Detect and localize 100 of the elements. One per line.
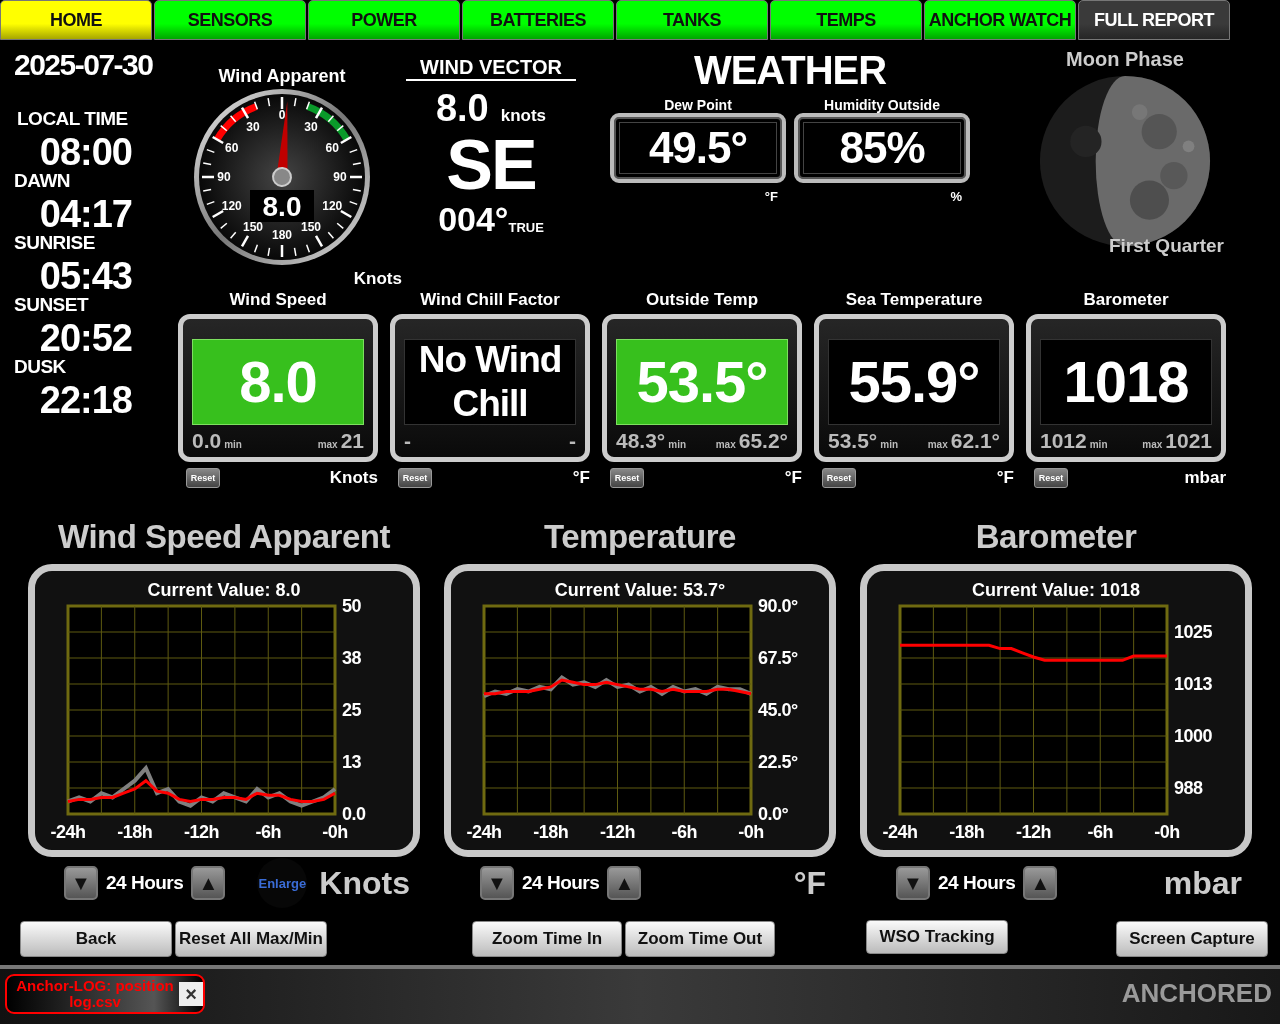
y-tick-label: 90.0° xyxy=(758,596,798,616)
card-title: Wind Chill Factor xyxy=(419,290,561,311)
nav-tab[interactable]: POWER xyxy=(308,0,460,40)
moon-title: Moon Phase xyxy=(1066,48,1184,71)
reset-button[interactable]: Reset xyxy=(398,468,432,488)
reset-button[interactable]: Reset xyxy=(822,468,856,488)
min-label: min xyxy=(880,439,899,450)
min-label: min xyxy=(668,439,687,450)
reset-button[interactable]: Reset xyxy=(186,468,220,488)
action-button[interactable]: Zoom Time In xyxy=(472,921,622,957)
reset-button[interactable]: Reset xyxy=(610,468,644,488)
unit-label: °F xyxy=(793,864,826,902)
unit-label: Knots xyxy=(319,864,410,902)
x-tick-label: -12h xyxy=(600,822,635,842)
y-tick-label: 25 xyxy=(342,700,362,720)
dial-label: 30 xyxy=(304,119,318,134)
stat-value: No Wind Chill xyxy=(404,339,576,425)
card-title: Barometer xyxy=(1082,290,1170,311)
time-value: 22:18 xyxy=(38,378,133,422)
nav-tab[interactable]: TANKS xyxy=(616,0,768,40)
card-title: Sea Temperature xyxy=(844,290,984,311)
chart-caption: Current Value: 1018 xyxy=(971,580,1141,600)
wind-bearing: 004° xyxy=(438,200,509,239)
nav-tab[interactable]: BATTERIES xyxy=(462,0,614,40)
date-text: 2025-07-30 xyxy=(14,48,154,82)
unit-label: °F xyxy=(996,468,1014,488)
nav-tab[interactable]: TEMPS xyxy=(770,0,922,40)
enlarge-button[interactable]: Enlarge xyxy=(257,858,308,908)
range-up-button[interactable]: ▲ xyxy=(1023,866,1058,900)
unit-label: Knots xyxy=(353,269,402,289)
range-up-button[interactable]: ▲ xyxy=(607,866,642,900)
max-value: 65.2° xyxy=(738,429,788,453)
section-title: WIND VECTOR xyxy=(406,56,576,81)
section-title: WEATHER xyxy=(693,48,887,93)
gauge-title: Wind Apparent xyxy=(218,66,346,87)
notification-text: Anchor-LOG: position log.csv xyxy=(15,977,175,1010)
dial-label: 150 xyxy=(301,220,321,235)
nav-tab[interactable]: ANCHOR WATCH xyxy=(924,0,1076,40)
max-label: max xyxy=(317,439,338,450)
y-tick-label: 1013 xyxy=(1174,674,1213,694)
min-label: min xyxy=(1089,439,1108,450)
unit-label: mbar xyxy=(1184,468,1226,488)
x-tick-label: -12h xyxy=(1016,822,1051,842)
range-up-button[interactable]: ▲ xyxy=(191,866,226,900)
y-tick-label: 45.0° xyxy=(758,700,798,720)
range-down-button[interactable]: ▼ xyxy=(480,866,514,900)
close-button[interactable]: × xyxy=(179,981,203,1006)
max-value: 1021 xyxy=(1165,429,1212,453)
y-tick-label: 50 xyxy=(342,596,362,616)
y-tick-label: 1025 xyxy=(1174,622,1213,642)
time-label: LOCAL TIME xyxy=(17,108,129,130)
action-button[interactable]: WSO Tracking xyxy=(866,920,1008,954)
nav-tab[interactable]: FULL REPORT xyxy=(1078,0,1230,40)
dial-label: 90 xyxy=(333,170,347,184)
chart-title: Barometer xyxy=(974,518,1138,557)
readout-label: Humidity Outside xyxy=(824,97,940,113)
x-tick-label: -0h xyxy=(322,822,348,842)
min-value: 48.3° xyxy=(616,429,666,453)
card-title: Outside Temp xyxy=(644,290,760,311)
dial-label: 0 xyxy=(278,108,286,122)
nav-tab[interactable]: HOME xyxy=(0,0,152,40)
readout-value: 49.5° xyxy=(619,122,777,174)
range-label: 24 Hours xyxy=(106,872,184,894)
max-label: max xyxy=(1142,439,1163,450)
action-button[interactable]: Reset All Max/Min xyxy=(175,921,327,957)
range-label: 24 Hours xyxy=(938,872,1016,894)
x-tick-label: -0h xyxy=(738,822,764,842)
nav-tab[interactable]: SENSORS xyxy=(154,0,306,40)
x-tick-label: -6h xyxy=(255,822,281,842)
action-button[interactable]: Back xyxy=(20,921,172,957)
stat-value: 53.5° xyxy=(616,339,788,425)
action-button[interactable]: Screen Capture xyxy=(1116,921,1268,957)
y-tick-label: 22.5° xyxy=(758,752,798,772)
chart-title: Wind Speed Apparent xyxy=(57,518,391,557)
x-tick-label: -18h xyxy=(949,822,985,842)
max-label: max xyxy=(715,439,736,450)
stat-value: 55.9° xyxy=(828,339,1000,425)
unit-label: Knots xyxy=(329,468,378,488)
chart-caption: Current Value: 53.7° xyxy=(554,580,726,600)
x-tick-label: -24h xyxy=(882,822,918,842)
range-down-button[interactable]: ▼ xyxy=(896,866,930,900)
y-tick-label: 0.0° xyxy=(758,804,789,824)
wind-direction: SE xyxy=(446,130,536,200)
unit-label: °F xyxy=(572,468,590,488)
unit-label: % xyxy=(950,189,962,204)
x-tick-label: -6h xyxy=(671,822,697,842)
card-title: Wind Speed xyxy=(228,290,328,311)
range-down-button[interactable]: ▼ xyxy=(64,866,98,900)
reset-button[interactable]: Reset xyxy=(1034,468,1068,488)
action-button[interactable]: Zoom Time Out xyxy=(625,921,775,957)
dial-label: 90 xyxy=(217,170,231,184)
x-tick-label: -18h xyxy=(117,822,153,842)
max-value: - xyxy=(569,429,576,453)
max-value: 21 xyxy=(340,429,364,453)
min-value: 0.0 xyxy=(192,429,222,453)
dial-label: 60 xyxy=(325,141,339,155)
min-label: min xyxy=(224,439,242,450)
dial-label: 150 xyxy=(243,220,263,235)
y-tick-label: 1000 xyxy=(1174,726,1213,746)
bearing-reference: TRUE xyxy=(508,220,544,235)
